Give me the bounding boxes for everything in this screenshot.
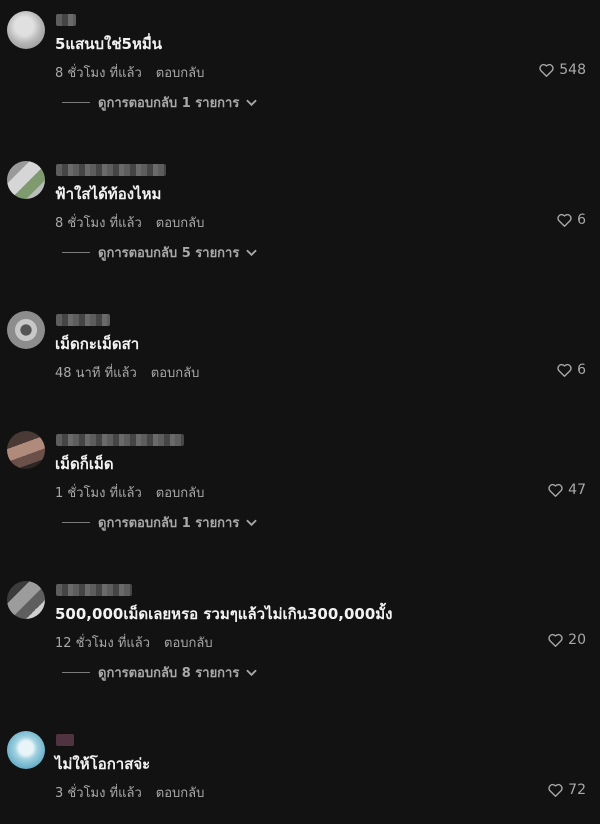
comment-time: 8 ชั่วโมง ที่แล้ว	[55, 216, 142, 231]
username-blurred[interactable]	[56, 734, 74, 746]
avatar[interactable]	[7, 311, 45, 349]
comment-text: เม็ดก็เม็ด	[55, 455, 114, 473]
divider-line	[62, 672, 90, 673]
avatar[interactable]	[7, 161, 45, 199]
chevron-down-icon	[246, 99, 258, 106]
view-replies-label: ดูการตอบกลับ 5 รายการ	[98, 246, 240, 261]
divider-line	[62, 102, 90, 103]
comment-time: 12 ชั่วโมง ที่แล้ว	[55, 636, 151, 651]
chevron-down-icon	[246, 669, 258, 676]
comment-text: เม็ดกะเม็ดสา	[55, 335, 140, 353]
like-button[interactable]: 6	[557, 212, 586, 228]
heart-icon	[557, 213, 572, 227]
avatar[interactable]	[7, 11, 45, 49]
like-button[interactable]: 6	[557, 362, 586, 378]
comment-meta: 3 ชั่วโมง ที่แล้ว ตอบกลับ	[55, 782, 204, 803]
reply-button[interactable]: ตอบกลับ	[151, 366, 200, 381]
username-blurred[interactable]	[56, 434, 184, 446]
view-replies-button[interactable]: ดูการตอบกลับ 1 รายการ	[62, 92, 258, 113]
like-button[interactable]: 47	[548, 482, 586, 498]
comment-meta: 48 นาที ที่แล้ว ตอบกลับ	[55, 362, 199, 383]
like-count: 6	[577, 362, 586, 378]
comment-text: ฟ้าใสได้ท้องไหม	[55, 185, 162, 203]
comment-time: 8 ชั่วโมง ที่แล้ว	[55, 66, 142, 81]
comment-text: 5แสนบใช่5หมื่น	[55, 35, 163, 53]
username-blurred[interactable]	[56, 314, 110, 326]
username-blurred[interactable]	[56, 164, 166, 176]
comment-time: 1 ชั่วโมง ที่แล้ว	[55, 486, 142, 501]
like-count: 47	[568, 482, 586, 498]
like-button[interactable]: 20	[548, 632, 586, 648]
heart-icon	[548, 483, 563, 497]
reply-button[interactable]: ตอบกลับ	[156, 786, 205, 801]
like-count: 20	[568, 632, 586, 648]
divider-line	[62, 522, 90, 523]
comment-meta: 8 ชั่วโมง ที่แล้ว ตอบกลับ	[55, 62, 204, 83]
view-replies-button[interactable]: ดูการตอบกลับ 5 รายการ	[62, 242, 258, 263]
avatar[interactable]	[7, 731, 45, 769]
comment-meta: 1 ชั่วโมง ที่แล้ว ตอบกลับ	[55, 482, 204, 503]
comment-meta: 12 ชั่วโมง ที่แล้ว ตอบกลับ	[55, 632, 213, 653]
like-count: 6	[577, 212, 586, 228]
heart-icon	[548, 783, 563, 797]
divider-line	[62, 252, 90, 253]
like-button[interactable]: 548	[539, 62, 586, 78]
comment-text: ไม่ให้โอกาสจ่ะ	[55, 755, 151, 773]
like-button[interactable]: 72	[548, 782, 586, 798]
reply-button[interactable]: ตอบกลับ	[164, 636, 213, 651]
comment-text: 500,000เม็ดเลยหรอ รวมๆแล้วไม่เกิน300,000…	[55, 605, 393, 623]
view-replies-button[interactable]: ดูการตอบกลับ 8 รายการ	[62, 662, 258, 683]
view-replies-label: ดูการตอบกลับ 1 รายการ	[98, 516, 240, 531]
reply-button[interactable]: ตอบกลับ	[156, 66, 205, 81]
view-replies-label: ดูการตอบกลับ 8 รายการ	[98, 666, 240, 681]
heart-icon	[557, 363, 572, 377]
like-count: 72	[568, 782, 586, 798]
heart-icon	[548, 633, 563, 647]
avatar[interactable]	[7, 431, 45, 469]
chevron-down-icon	[246, 519, 258, 526]
username-blurred[interactable]	[56, 584, 132, 596]
comment-time: 48 นาที ที่แล้ว	[55, 366, 137, 381]
reply-button[interactable]: ตอบกลับ	[156, 486, 205, 501]
avatar[interactable]	[7, 581, 45, 619]
comment-meta: 8 ชั่วโมง ที่แล้ว ตอบกลับ	[55, 212, 204, 233]
comment-time: 3 ชั่วโมง ที่แล้ว	[55, 786, 142, 801]
reply-button[interactable]: ตอบกลับ	[156, 216, 205, 231]
like-count: 548	[559, 62, 586, 78]
heart-icon	[539, 63, 554, 77]
view-replies-button[interactable]: ดูการตอบกลับ 1 รายการ	[62, 512, 258, 533]
view-replies-label: ดูการตอบกลับ 1 รายการ	[98, 96, 240, 111]
chevron-down-icon	[246, 249, 258, 256]
username-blurred[interactable]	[56, 14, 76, 26]
